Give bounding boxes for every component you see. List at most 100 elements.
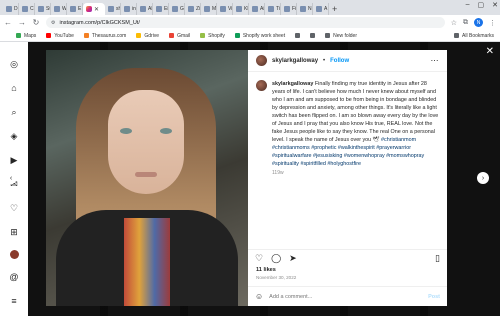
browser-tab[interactable]: Al: [137, 3, 153, 15]
url-text: instagram.com/p/ClkGCKSM_Ut/: [59, 19, 140, 26]
menu-icon[interactable]: ⋮: [489, 19, 496, 27]
tab-favicon-icon: [204, 6, 210, 12]
browser-tab[interactable]: Zi: [185, 3, 201, 15]
emoji-icon[interactable]: ☺: [255, 292, 263, 301]
instagram-logo-icon[interactable]: ◎: [8, 58, 20, 70]
tab-favicon-icon: [172, 6, 178, 12]
notifications-icon[interactable]: ♡: [8, 202, 20, 214]
all-bookmarks-label: All Bookmarks: [462, 32, 494, 39]
next-post-icon[interactable]: ›: [477, 172, 489, 184]
bookmark-icon: [200, 33, 206, 38]
browser-tab[interactable]: Ai: [249, 3, 265, 15]
home-icon[interactable]: ⌂: [8, 82, 20, 94]
tab-favicon-icon: [22, 6, 28, 12]
tab-title: in: [132, 6, 136, 12]
all-bookmarks-button[interactable]: All Bookmarks: [454, 33, 494, 39]
bookmark-item[interactable]: YouTube: [46, 33, 74, 39]
photo-eye: [160, 128, 172, 134]
bookmark-item[interactable]: Shopify work sheet: [234, 33, 285, 39]
reload-icon[interactable]: ↻: [32, 18, 40, 27]
bookmark-item[interactable]: Thesaurus.com: [83, 32, 127, 39]
browser-tab[interactable]: St: [35, 3, 51, 15]
separator-dot: •: [323, 57, 326, 64]
bookmark-item[interactable]: [310, 33, 316, 38]
bookmark-label: YouTube: [54, 32, 74, 39]
comment-icon[interactable]: ◯: [271, 253, 281, 264]
search-icon[interactable]: ⌕: [8, 106, 20, 118]
post-actions: ♡ ◯ ➤ ▯: [248, 249, 447, 267]
back-icon[interactable]: ←: [4, 18, 12, 27]
previous-post-icon[interactable]: ‹: [5, 172, 17, 184]
bookmark-icon: [234, 33, 240, 38]
author-avatar[interactable]: [256, 55, 267, 66]
tab-favicon-icon: [236, 6, 242, 12]
browser-tab[interactable]: D: [3, 3, 19, 15]
caption-avatar[interactable]: [256, 80, 267, 91]
create-icon[interactable]: ⊞: [8, 226, 20, 238]
reels-icon[interactable]: ▶: [8, 154, 20, 166]
bookmark-icon: [169, 33, 175, 38]
browser-tab[interactable]: E: [67, 3, 83, 15]
tab-favicon-icon: [188, 6, 194, 12]
close-icon[interactable]: ✕: [486, 46, 494, 57]
more-options-icon[interactable]: ⋯: [431, 56, 440, 65]
tab-title: D: [14, 6, 18, 12]
tab-favicon-icon: [268, 6, 274, 12]
tab-title: N: [308, 6, 312, 12]
browser-tab[interactable]: N: [297, 3, 313, 15]
address-bar[interactable]: ⚙ instagram.com/p/ClkGCKSM_Ut/: [46, 17, 445, 28]
bookmark-item[interactable]: Maps: [16, 33, 36, 39]
close-window-icon[interactable]: ✕: [492, 1, 498, 9]
tab-title: Fi: [292, 6, 296, 12]
tab-title: Kl: [244, 6, 248, 12]
browser-tab[interactable]: A: [313, 3, 329, 15]
bookmark-item[interactable]: Gdrive: [136, 33, 159, 39]
forward-icon[interactable]: →: [18, 18, 26, 27]
browser-tab[interactable]: sh: [105, 3, 121, 15]
browser-tab[interactable]: W: [51, 3, 67, 15]
close-tab-icon[interactable]: ✕: [94, 6, 99, 13]
comment-input[interactable]: [269, 293, 423, 300]
browser-tab[interactable]: Fi: [281, 3, 297, 15]
post-photo[interactable]: [46, 50, 248, 306]
author-username[interactable]: skylarkgalloway: [272, 58, 318, 64]
bookmarks-bar: Maps YouTube Thesaurus.com Gdrive Gmail Shopi…: [0, 30, 500, 42]
bookmark-item[interactable]: New folder: [325, 33, 357, 39]
instagram-page: ◎ ⌂ ⌕ ◈ ▶ ✉ ♡ ⊞ @ ≡ ✕ ‹ › skylarkgallowa…: [0, 42, 500, 316]
extensions-icon[interactable]: ⧉: [463, 19, 468, 27]
browser-tab[interactable]: Ch: [19, 3, 35, 15]
browser-tab[interactable]: Kl: [233, 3, 249, 15]
follow-button[interactable]: Follow: [330, 58, 349, 64]
tab-favicon-icon: [252, 6, 258, 12]
save-icon[interactable]: ▯: [435, 253, 440, 264]
bookmark-icon: [136, 33, 142, 38]
bookmark-label: Thesaurus.com: [91, 32, 127, 39]
browser-tab[interactable]: Ei: [153, 3, 169, 15]
share-icon[interactable]: ➤: [289, 253, 297, 264]
browser-tab[interactable]: Ti: [265, 3, 281, 15]
bookmark-item[interactable]: [295, 33, 301, 38]
profile-avatar-icon[interactable]: [9, 250, 19, 259]
browser-tab[interactable]: ✕: [83, 3, 105, 15]
browser-tab[interactable]: in: [121, 3, 137, 15]
post-comment-button[interactable]: Post: [428, 294, 440, 300]
tab-favicon-icon: [108, 6, 114, 12]
tab-title: Ei: [164, 6, 168, 12]
site-info-icon[interactable]: ⚙: [51, 20, 55, 26]
bookmark-item[interactable]: Shopify: [200, 33, 225, 39]
bookmark-item[interactable]: Gmail: [169, 33, 190, 39]
browser-tab[interactable]: G: [169, 3, 185, 15]
more-menu-icon[interactable]: ≡: [8, 295, 20, 307]
caption-username[interactable]: skylarkgalloway: [272, 81, 313, 87]
tab-favicon-icon: [124, 6, 130, 12]
browser-tab[interactable]: M: [201, 3, 217, 15]
threads-icon[interactable]: @: [8, 271, 20, 283]
minimize-icon[interactable]: –: [466, 1, 470, 9]
browser-tab[interactable]: Vi: [217, 3, 233, 15]
like-icon[interactable]: ♡: [255, 253, 263, 264]
star-icon[interactable]: ☆: [451, 19, 457, 27]
maximize-icon[interactable]: ▢: [478, 1, 485, 9]
new-tab-icon[interactable]: +: [332, 3, 337, 15]
profile-avatar[interactable]: N: [474, 18, 483, 27]
explore-icon[interactable]: ◈: [8, 130, 20, 142]
